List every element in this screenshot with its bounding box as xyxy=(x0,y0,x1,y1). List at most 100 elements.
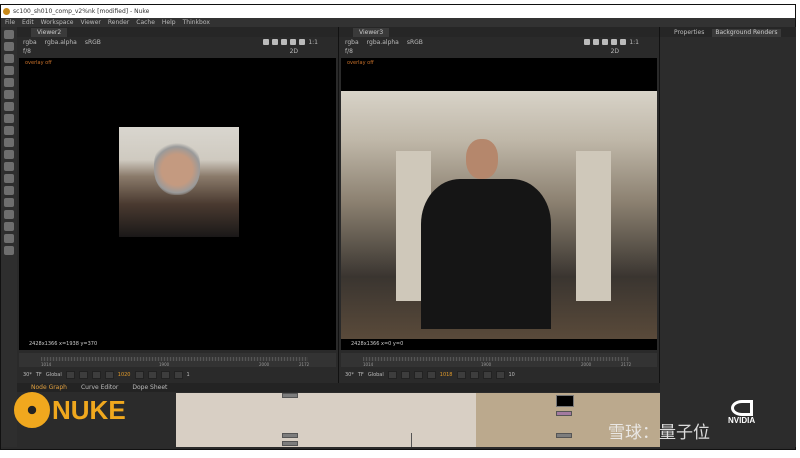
3d-tool-icon[interactable] xyxy=(4,138,14,147)
menu-file[interactable]: File xyxy=(5,19,15,26)
node[interactable] xyxy=(282,441,298,446)
viewer-controls-2: f/8 2D xyxy=(339,47,659,56)
roi-icon[interactable] xyxy=(593,39,600,45)
draw-tool-icon[interactable] xyxy=(4,42,14,51)
step-field[interactable]: 10 xyxy=(509,372,515,378)
step-field[interactable]: 1 xyxy=(187,372,190,378)
deep-tool-icon[interactable] xyxy=(4,162,14,171)
keyer-tool-icon[interactable] xyxy=(4,102,14,111)
tab-viewer2[interactable]: Viewer2 xyxy=(31,27,68,37)
current-frame-field[interactable]: 1018 xyxy=(440,372,453,378)
last-frame-button[interactable] xyxy=(495,370,505,379)
node[interactable] xyxy=(556,433,572,438)
current-frame-field[interactable]: 1020 xyxy=(118,372,131,378)
play-button[interactable] xyxy=(456,370,466,379)
timeline-start: 1014 xyxy=(41,362,52,367)
menu-edit[interactable]: Edit xyxy=(22,19,34,26)
prev-frame-button[interactable] xyxy=(413,370,423,379)
viewer-canvas[interactable]: overlay off 2428x1366 x=0 y=0 xyxy=(341,58,657,350)
timeline[interactable]: 1014 1900 2000 2172 xyxy=(341,353,657,367)
viewer-info: 2428x1366 x=1938 y=370 xyxy=(29,341,98,347)
play-button[interactable] xyxy=(134,370,144,379)
channels-dropdown[interactable]: rgba xyxy=(23,39,37,46)
node[interactable] xyxy=(282,393,298,398)
prev-key-button[interactable] xyxy=(78,370,88,379)
toolsets-icon[interactable] xyxy=(4,198,14,207)
metadata-tool-icon[interactable] xyxy=(4,186,14,195)
fps-field[interactable]: 30* xyxy=(345,372,354,378)
merge-tool-icon[interactable] xyxy=(4,114,14,123)
image-tool-icon[interactable] xyxy=(4,30,14,39)
transform-tool-icon[interactable] xyxy=(4,126,14,135)
play-backward-button[interactable] xyxy=(104,370,114,379)
next-key-button[interactable] xyxy=(482,370,492,379)
view-mode-dropdown[interactable]: 2D xyxy=(611,48,619,55)
tf-dropdown[interactable]: TF xyxy=(36,372,42,378)
colorspace-dropdown[interactable]: sRGB xyxy=(407,39,423,46)
particles-tool-icon[interactable] xyxy=(4,150,14,159)
tab-dope-sheet[interactable]: Dope Sheet xyxy=(132,384,167,391)
wipe-icon[interactable] xyxy=(584,39,591,45)
node-graph-canvas[interactable] xyxy=(176,393,476,447)
node[interactable] xyxy=(282,433,298,438)
prev-key-button[interactable] xyxy=(400,370,410,379)
scope-dropdown[interactable]: Global xyxy=(368,372,384,378)
fps-field[interactable]: 30* xyxy=(23,372,32,378)
zoom-dropdown[interactable]: 1:1 xyxy=(308,39,318,46)
tab-node-graph[interactable]: Node Graph xyxy=(31,384,67,391)
tab-viewer3[interactable]: Viewer3 xyxy=(353,27,390,37)
next-frame-button[interactable] xyxy=(469,370,479,379)
wipe-icon[interactable] xyxy=(263,39,270,45)
tab-properties[interactable]: Properties xyxy=(674,29,704,37)
view-mode-dropdown[interactable]: 2D xyxy=(290,48,298,55)
channels-dropdown[interactable]: rgba xyxy=(345,39,359,46)
refresh-icon[interactable] xyxy=(290,39,297,45)
other-tool-icon[interactable] xyxy=(4,210,14,219)
zoom-dropdown[interactable]: 1:1 xyxy=(629,39,639,46)
timeline-track[interactable] xyxy=(363,357,629,361)
filter-tool-icon[interactable] xyxy=(4,90,14,99)
clip-icon[interactable] xyxy=(281,39,288,45)
node[interactable] xyxy=(556,411,572,416)
time-tool-icon[interactable] xyxy=(4,54,14,63)
menu-workspace[interactable]: Workspace xyxy=(41,19,74,26)
roi-icon[interactable] xyxy=(272,39,279,45)
gain-field[interactable]: f/8 xyxy=(23,48,31,55)
menu-thinkbox[interactable]: Thinkbox xyxy=(183,19,210,26)
scope-dropdown[interactable]: Global xyxy=(46,372,62,378)
play-backward-button[interactable] xyxy=(426,370,436,379)
first-frame-button[interactable] xyxy=(65,370,75,379)
viewer-canvas[interactable]: overlay off 2428x1366 x=1938 y=370 xyxy=(19,58,336,350)
menu-viewer[interactable]: Viewer xyxy=(80,19,100,26)
alpha-dropdown[interactable]: rgba.alpha xyxy=(367,39,399,46)
refresh-icon[interactable] xyxy=(611,39,618,45)
next-key-button[interactable] xyxy=(160,370,170,379)
alpha-dropdown[interactable]: rgba.alpha xyxy=(45,39,77,46)
channel-tool-icon[interactable] xyxy=(4,66,14,75)
ocula-tool-icon[interactable] xyxy=(4,234,14,243)
views-tool-icon[interactable] xyxy=(4,174,14,183)
clip-icon[interactable] xyxy=(602,39,609,45)
gain-field[interactable]: f/8 xyxy=(345,48,353,55)
prev-frame-button[interactable] xyxy=(91,370,101,379)
furnace-tool-icon[interactable] xyxy=(4,222,14,231)
colorspace-dropdown[interactable]: sRGB xyxy=(85,39,101,46)
viewer-info: 2428x1366 x=0 y=0 xyxy=(351,341,404,347)
timeline-mid: 1900 xyxy=(159,362,170,367)
timeline[interactable]: 1014 1900 2000 2172 xyxy=(19,353,336,367)
tab-curve-editor[interactable]: Curve Editor xyxy=(81,384,118,391)
pause-icon[interactable] xyxy=(299,39,306,45)
tab-background-renders[interactable]: Background Renders xyxy=(712,29,781,37)
next-frame-button[interactable] xyxy=(147,370,157,379)
color-tool-icon[interactable] xyxy=(4,78,14,87)
settings-tool-icon[interactable] xyxy=(4,246,14,255)
first-frame-button[interactable] xyxy=(387,370,397,379)
timeline-track[interactable] xyxy=(41,357,308,361)
last-frame-button[interactable] xyxy=(173,370,183,379)
pause-icon[interactable] xyxy=(620,39,627,45)
menu-render[interactable]: Render xyxy=(108,19,129,26)
menu-cache[interactable]: Cache xyxy=(136,19,155,26)
tf-dropdown[interactable]: TF xyxy=(358,372,364,378)
face-image xyxy=(154,139,200,195)
menu-help[interactable]: Help xyxy=(162,19,176,26)
